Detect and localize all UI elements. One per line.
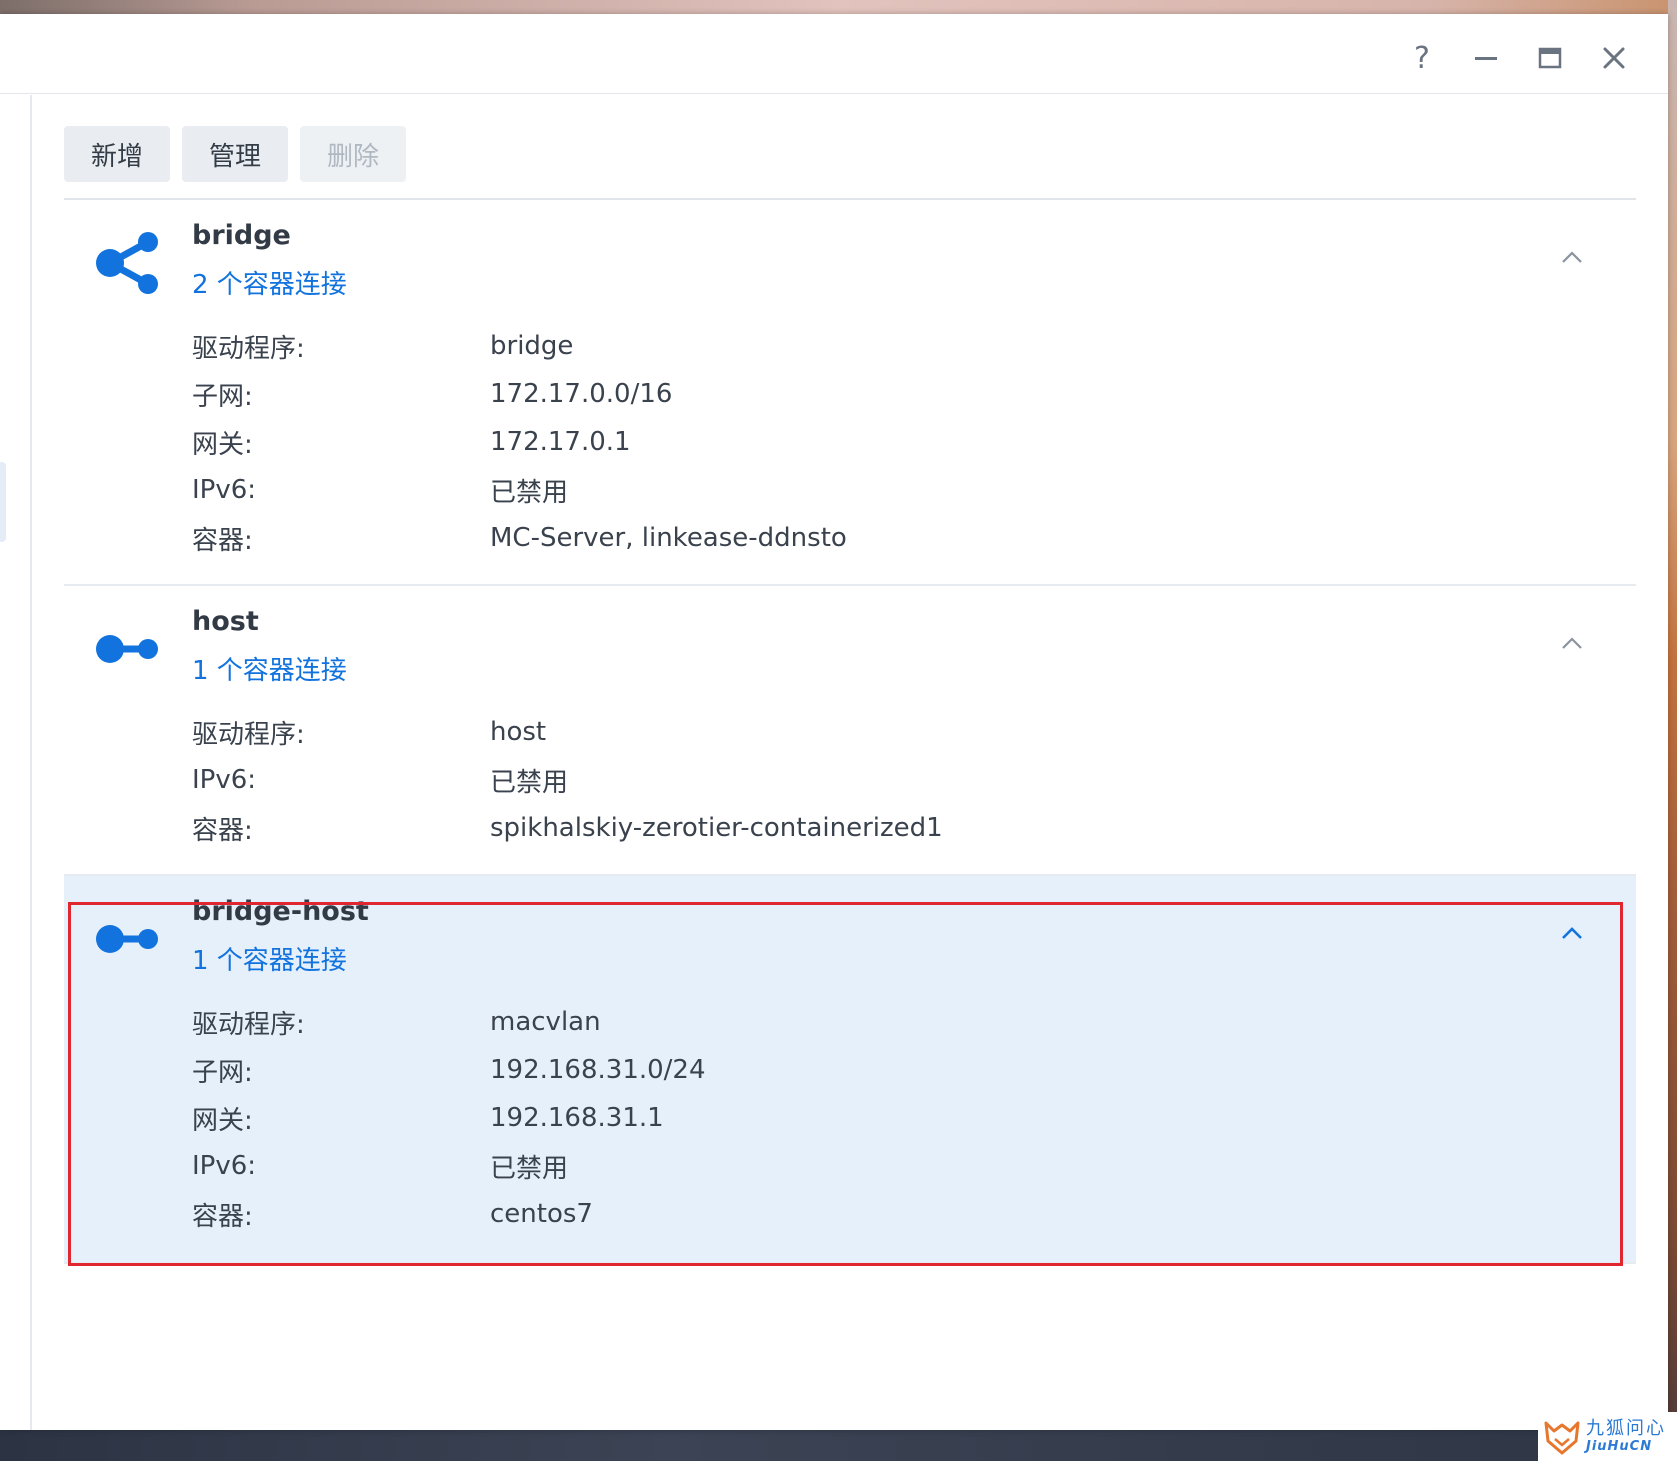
property-row: 子网: 192.168.31.0/24 [192,1046,706,1094]
link-icon [94,904,164,974]
property-value: 172.17.0.0/16 [490,379,673,409]
property-value: 已禁用 [490,767,569,798]
property-row: 驱动程序: host [192,708,943,756]
property-label: 网关: [192,429,253,460]
property-row: 容器: centos7 [192,1190,706,1238]
help-button[interactable]: ? [1402,38,1442,78]
collapse-button[interactable] [1552,914,1592,954]
chevron-up-icon [1562,637,1582,649]
share-icon [94,228,164,298]
network-name: bridge [192,220,291,251]
sidebar-selected-tab[interactable] [0,462,6,542]
property-row: 网关: 192.168.31.1 [192,1094,706,1142]
network-properties: 驱动程序: bridge 子网: 172.17.0.0/16 网关: 172.1… [192,322,847,562]
watermark-cn: 九狐问心 [1586,1417,1666,1439]
close-button[interactable] [1594,38,1634,78]
delete-button[interactable]: 删除 [300,126,406,182]
property-value: 192.168.31.0/24 [490,1055,706,1085]
property-value: 已禁用 [490,1153,569,1184]
property-value: 192.168.31.1 [490,1103,664,1133]
property-row: 容器: MC-Server, linkease-ddnsto [192,514,847,562]
property-value: MC-Server, linkease-ddnsto [490,523,847,553]
manage-button[interactable]: 管理 [182,126,288,182]
network-properties: 驱动程序: host IPv6: 已禁用 容器: spikhalskiy-zer… [192,708,943,852]
container-connections-link[interactable]: 2 个容器连接 [192,264,347,301]
property-value: spikhalskiy-zerotier-containerized1 [490,813,943,843]
property-row: 网关: 172.17.0.1 [192,418,847,466]
sidebar [0,95,32,1430]
property-label: 容器: [192,525,253,556]
property-value: macvlan [490,1007,601,1037]
network-item-host[interactable]: host 1 个容器连接 驱动程序: host IPv6: 已禁用 容器: sp… [64,586,1636,876]
chevron-up-icon [1562,927,1582,939]
desktop-background-top [0,0,1677,14]
network-name: bridge-host [192,896,369,927]
watermark: 九狐问心 JiuHuCN [1538,1412,1677,1461]
property-row: 子网: 172.17.0.0/16 [192,370,847,418]
property-label: 容器: [192,815,253,846]
collapse-button[interactable] [1552,238,1592,278]
collapse-button[interactable] [1552,624,1592,664]
property-row: IPv6: 已禁用 [192,1142,706,1190]
property-value: bridge [490,331,574,361]
minimize-icon [1475,57,1497,60]
property-value: host [490,717,547,747]
network-window: ? 新增 管理 删除 bridge 2 个容器连接 驱动程序: bridge 子… [0,14,1668,1430]
property-label: 驱动程序: [192,333,305,364]
desktop-background-right [1668,0,1677,1461]
network-list: bridge 2 个容器连接 驱动程序: bridge 子网: 172.17.0… [64,198,1636,1264]
container-connections-link[interactable]: 1 个容器连接 [192,940,347,977]
property-row: 驱动程序: macvlan [192,998,706,1046]
chevron-up-icon [1562,251,1582,263]
property-label: 网关: [192,1105,253,1136]
network-properties: 驱动程序: macvlan 子网: 192.168.31.0/24 网关: 19… [192,998,706,1238]
property-label: IPv6: [192,475,257,505]
close-icon [1603,47,1625,69]
container-connections-link[interactable]: 1 个容器连接 [192,650,347,687]
link-icon [94,614,164,684]
help-icon: ? [1414,40,1430,76]
desktop-taskbar [0,1430,1677,1461]
property-label: IPv6: [192,1151,257,1181]
property-label: 容器: [192,1201,253,1232]
toolbar: 新增 管理 删除 [64,126,406,182]
maximize-button[interactable] [1530,38,1570,78]
network-item-bridge[interactable]: bridge 2 个容器连接 驱动程序: bridge 子网: 172.17.0… [64,200,1636,586]
property-label: IPv6: [192,765,257,795]
property-label: 子网: [192,1057,253,1088]
network-item-bridge-host[interactable]: bridge-host 1 个容器连接 驱动程序: macvlan 子网: 19… [64,876,1636,1264]
property-row: IPv6: 已禁用 [192,756,943,804]
add-button[interactable]: 新增 [64,126,170,182]
maximize-icon [1538,47,1562,69]
property-row: 容器: spikhalskiy-zerotier-containerized1 [192,804,943,852]
fox-logo-icon [1544,1421,1580,1454]
property-value: centos7 [490,1199,593,1229]
watermark-en: JiuHuCN [1586,1438,1653,1454]
property-row: IPv6: 已禁用 [192,466,847,514]
property-label: 驱动程序: [192,719,305,750]
property-value: 172.17.0.1 [490,427,631,457]
property-value: 已禁用 [490,477,569,508]
property-label: 驱动程序: [192,1009,305,1040]
property-label: 子网: [192,381,253,412]
property-row: 驱动程序: bridge [192,322,847,370]
network-name: host [192,606,259,637]
minimize-button[interactable] [1466,38,1506,78]
window-titlebar: ? [0,14,1668,94]
